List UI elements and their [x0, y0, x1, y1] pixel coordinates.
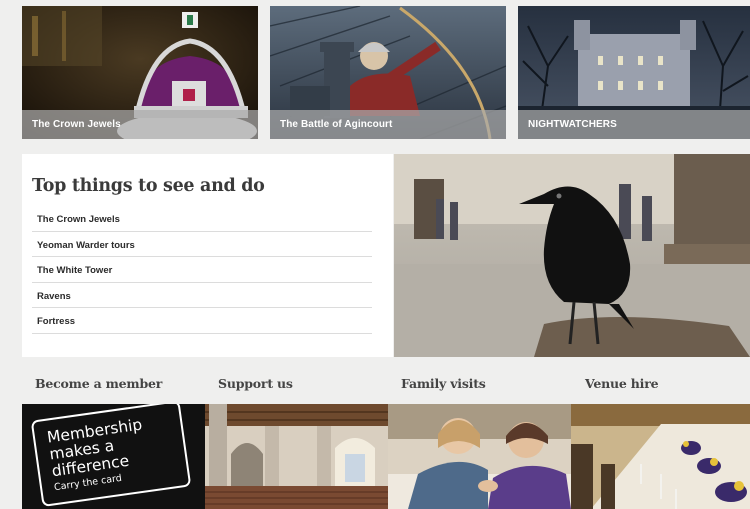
top-things-item[interactable]: Fortress	[32, 308, 372, 334]
support-us-tile[interactable]	[205, 404, 388, 509]
feature-tile-crown-jewels[interactable]: The Crown Jewels	[22, 6, 258, 139]
membership-card: Membership makes a difference Carry the …	[30, 404, 192, 508]
top-things-title: Top things to see and do	[32, 176, 265, 196]
family-visits-tile[interactable]	[388, 404, 571, 509]
venue-hire-tile[interactable]	[571, 404, 750, 509]
raven-photo	[394, 154, 750, 357]
tile-caption: The Crown Jewels	[22, 110, 258, 139]
feature-tile-nightwatchers[interactable]: NIGHTWATCHERS	[518, 6, 750, 139]
become-member-heading[interactable]: Become a member	[35, 376, 162, 391]
children-image	[388, 404, 571, 509]
top-things-item[interactable]: The Crown Jewels	[32, 206, 372, 232]
feature-tile-agincourt[interactable]: The Battle of Agincourt	[270, 6, 506, 139]
top-things-list: The Crown Jewels Yeoman Warder tours The…	[32, 206, 372, 334]
venue-hire-heading[interactable]: Venue hire	[585, 376, 659, 391]
chapel-image	[205, 404, 388, 509]
top-things-item[interactable]: Ravens	[32, 283, 372, 308]
tile-caption: NIGHTWATCHERS	[518, 110, 750, 139]
top-things-item[interactable]: Yeoman Warder tours	[32, 232, 372, 257]
family-visits-heading[interactable]: Family visits	[401, 376, 486, 391]
membership-tile[interactable]: Membership makes a difference Carry the …	[22, 404, 205, 509]
top-things-item[interactable]: The White Tower	[32, 257, 372, 283]
top-things-panel: Top things to see and do The Crown Jewel…	[22, 154, 393, 357]
support-us-heading[interactable]: Support us	[218, 376, 293, 391]
banquet-image	[571, 404, 750, 509]
tile-caption: The Battle of Agincourt	[270, 110, 506, 139]
